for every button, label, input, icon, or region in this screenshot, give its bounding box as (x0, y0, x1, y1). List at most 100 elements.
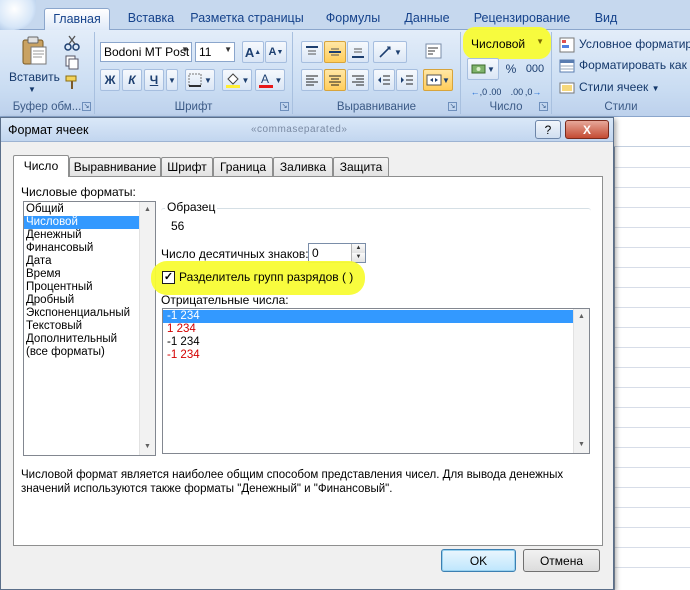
tab-formulas[interactable]: Формулы (318, 8, 388, 30)
italic-button[interactable]: К (122, 69, 142, 91)
negative-option-3[interactable]: -1 234 (163, 336, 573, 349)
number-launcher-icon[interactable]: ↘ (539, 102, 548, 111)
format-as-table-button[interactable]: Форматировать как (579, 58, 687, 72)
decrease-indent-button[interactable] (373, 69, 395, 91)
separator-checkbox[interactable]: ✓ (162, 271, 175, 284)
align-center-button[interactable] (324, 69, 346, 91)
ok-button[interactable]: OK (441, 549, 516, 572)
format-general[interactable]: Общий (24, 203, 155, 216)
increase-decimal-button[interactable]: ← ,0 .00 (467, 81, 505, 103)
negative-scroll-down-icon[interactable]: ▼ (574, 437, 589, 453)
format-text[interactable]: Текстовый (24, 320, 155, 333)
fill-color-button[interactable]: ▼ (222, 69, 252, 91)
thousands-separator-button[interactable]: 000 (523, 58, 547, 80)
negative-label: Отрицательные числа: (161, 293, 289, 307)
separator-label[interactable]: Разделитель групп разрядов ( ) (179, 270, 353, 284)
decrease-decimal-button[interactable]: .00 ,0 → (507, 81, 545, 103)
negative-scroll-up-icon[interactable]: ▲ (574, 309, 589, 325)
scroll-down-icon[interactable]: ▼ (140, 439, 155, 455)
merge-center-button[interactable]: ▼ (423, 69, 453, 91)
tab-data[interactable]: Данные (398, 8, 456, 30)
copy-icon[interactable] (64, 54, 80, 70)
formats-label: Числовые форматы: (21, 185, 136, 199)
formats-listbox[interactable]: Общий Числовой Денежный Финансовый Дата … (23, 201, 156, 456)
format-painter-icon[interactable] (64, 74, 80, 90)
tab-font[interactable]: Шрифт (161, 157, 213, 176)
clipboard-launcher-icon[interactable]: ↘ (82, 102, 91, 111)
formats-scrollbar[interactable]: ▲ ▼ (139, 202, 155, 455)
format-date[interactable]: Дата (24, 255, 155, 268)
format-special[interactable]: Дополнительный (24, 333, 155, 346)
sample-label: Образец (165, 200, 218, 214)
negative-scrollbar[interactable]: ▲ ▼ (573, 309, 589, 453)
borders-button[interactable]: ▼ (185, 69, 215, 91)
align-center-icon (329, 75, 341, 86)
format-accounting[interactable]: Финансовый (24, 242, 155, 255)
cancel-button[interactable]: Отмена (523, 549, 600, 572)
decimals-spinner[interactable]: 0 ▲ ▼ (308, 243, 366, 263)
alignment-launcher-icon[interactable]: ↘ (448, 102, 457, 111)
negative-option-2[interactable]: 1 234 (163, 323, 573, 336)
svg-text:A: A (261, 72, 269, 86)
tab-fill[interactable]: Заливка (273, 157, 333, 176)
conditional-format-button[interactable]: Условное форматир (579, 37, 690, 51)
paste-dropdown-icon[interactable]: ▼ (28, 85, 36, 94)
number-group: Числовой ▼ ▼ % 000 ← ,0 .00 .00 ,0 → Число… (461, 27, 552, 114)
bold-button[interactable]: Ж (100, 69, 120, 91)
align-right-button[interactable] (347, 69, 369, 91)
tab-protection[interactable]: Защита (333, 157, 389, 176)
tab-border[interactable]: Граница (213, 157, 273, 176)
font-color-button[interactable]: A ▼ (255, 69, 285, 91)
close-button[interactable]: X (565, 120, 609, 139)
tab-home[interactable]: Главная (44, 8, 110, 31)
worksheet-grid[interactable] (615, 147, 690, 590)
format-fraction[interactable]: Дробный (24, 294, 155, 307)
format-scientific[interactable]: Экспоненциальный (24, 307, 155, 320)
decimals-up-icon[interactable]: ▲ (351, 244, 365, 253)
styles-group: Условное форматир Форматировать как Стил… (552, 32, 690, 114)
dialog-titlebar[interactable]: Формат ячеек «commaseparated» ? X (1, 118, 613, 142)
negative-option-4[interactable]: -1 234 (163, 349, 573, 362)
cell-styles-icon (559, 82, 575, 94)
font-group: Bodoni MT Post ▼ 11 ▼ A ▲ A ▼ Ж К Ч ▼ ▼ ▼ … (95, 32, 293, 114)
increase-indent-button[interactable] (396, 69, 418, 91)
tab-alignment[interactable]: Выравнивание (69, 157, 161, 176)
cut-icon[interactable] (64, 35, 80, 51)
negative-option-1[interactable]: -1 234 (163, 310, 573, 323)
font-size-combo[interactable]: 11 ▼ (195, 42, 235, 62)
format-number[interactable]: Числовой (24, 216, 155, 229)
tab-insert[interactable]: Вставка (116, 8, 186, 30)
format-time[interactable]: Время (24, 268, 155, 281)
format-description: Числовой формат является наиболее общим … (21, 469, 564, 495)
office-button[interactable] (0, 0, 36, 30)
currency-format-button[interactable]: ▼ (467, 58, 499, 80)
align-bottom-button[interactable] (347, 41, 369, 63)
orientation-button[interactable]: ▼ (373, 41, 407, 63)
tab-number[interactable]: Число (13, 155, 69, 177)
borders-icon (188, 73, 202, 87)
underline-button[interactable]: Ч (144, 69, 164, 91)
percent-button[interactable]: % (501, 58, 521, 80)
help-button[interactable]: ? (535, 120, 561, 139)
underline-dropdown-icon[interactable]: ▼ (166, 69, 178, 91)
paste-button[interactable]: Вставить (9, 70, 60, 84)
font-name-combo[interactable]: Bodoni MT Post ▼ (100, 42, 192, 62)
shrink-font-button[interactable]: A ▼ (265, 41, 287, 63)
tab-view[interactable]: Вид (586, 8, 626, 30)
cell-styles-button[interactable]: Стили ячеек ▼ (579, 80, 660, 94)
align-top-button[interactable] (301, 41, 323, 63)
number-format-combo[interactable]: Числовой ▼ (467, 34, 547, 54)
font-launcher-icon[interactable]: ↘ (280, 102, 289, 111)
scroll-up-icon[interactable]: ▲ (140, 202, 155, 218)
format-currency[interactable]: Денежный (24, 229, 155, 242)
align-middle-button[interactable] (324, 41, 346, 63)
align-left-button[interactable] (301, 69, 323, 91)
grow-font-button[interactable]: A ▲ (242, 41, 264, 63)
format-custom[interactable]: (все форматы) (24, 346, 155, 359)
wrap-text-icon[interactable] (425, 42, 443, 60)
font-name-arrow-icon: ▼ (181, 45, 189, 54)
format-percentage[interactable]: Процентный (24, 281, 155, 294)
tab-page-layout[interactable]: Разметка страницы (188, 8, 306, 30)
negative-listbox[interactable]: -1 234 1 234 -1 234 -1 234 ▲ ▼ (162, 308, 590, 454)
align-bottom-icon (352, 48, 364, 58)
